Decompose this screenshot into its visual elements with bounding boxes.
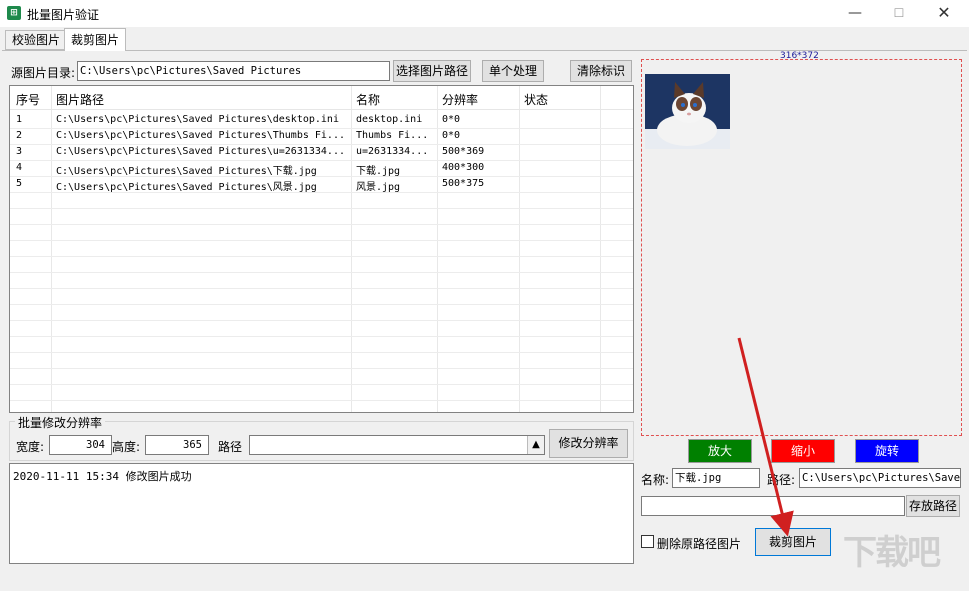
- single-process-button[interactable]: 单个处理: [482, 60, 544, 82]
- cell-no: 5: [16, 178, 23, 189]
- log-line: 2020-11-11 15:34 修改图片成功: [13, 470, 192, 483]
- cell-name: desktop.ini: [356, 114, 423, 125]
- header-name[interactable]: 名称: [356, 91, 380, 108]
- cell-no: 1: [16, 114, 23, 125]
- delete-original-checkbox[interactable]: [641, 535, 654, 548]
- watermark-logo: 下载吧: [843, 533, 941, 573]
- cell-no: 2: [16, 130, 23, 141]
- save-path-button[interactable]: 存放路径: [906, 495, 960, 517]
- batch-group-title: 批量修改分辨率: [15, 414, 106, 431]
- log-area[interactable]: 2020-11-11 15:34 修改图片成功: [9, 463, 634, 564]
- select-path-button[interactable]: 选择图片路径: [393, 60, 471, 82]
- cell-resolution: 400*300: [442, 162, 485, 173]
- height-label: 高度:: [112, 440, 141, 454]
- header-resolution[interactable]: 分辨率: [442, 91, 478, 108]
- preview-image: [645, 74, 730, 149]
- batch-path-select[interactable]: [249, 435, 545, 455]
- output-path-input[interactable]: C:\Users\pc\Pictures\Saved: [799, 468, 961, 488]
- source-dir-input[interactable]: C:\Users\pc\Pictures\Saved Pictures: [77, 61, 390, 81]
- tab-verify-images[interactable]: 校验图片: [5, 30, 68, 50]
- cell-path: C:\Users\pc\Pictures\Saved Pictures\Thum…: [56, 130, 345, 141]
- cell-path: C:\Users\pc\Pictures\Saved Pictures\下载.j…: [56, 166, 317, 177]
- cell-path: C:\Users\pc\Pictures\Saved Pictures\u=26…: [56, 146, 345, 157]
- close-button[interactable]: ✕: [921, 0, 967, 27]
- cell-no: 4: [16, 162, 23, 173]
- source-dir-label: 源图片目录:: [11, 66, 76, 80]
- title-bar: [0, 0, 969, 27]
- annotation-arrow: [737, 337, 794, 537]
- modify-resolution-button[interactable]: 修改分辨率: [549, 429, 628, 458]
- path-label: 路径: [218, 440, 243, 454]
- clear-marks-button[interactable]: 清除标识: [570, 60, 632, 82]
- header-status[interactable]: 状态: [524, 91, 548, 108]
- window-title: 批量图片验证: [27, 8, 100, 22]
- tab-crop-images[interactable]: 裁剪图片: [64, 28, 127, 51]
- cell-name: 风景.jpg: [356, 182, 401, 193]
- width-input[interactable]: 304: [49, 435, 112, 455]
- app-icon: ⊞: [7, 6, 21, 20]
- minimize-button[interactable]: —: [832, 0, 878, 27]
- header-no[interactable]: 序号: [16, 91, 40, 108]
- cell-path: C:\Users\pc\Pictures\Saved Pictures\desk…: [56, 114, 339, 125]
- dropdown-arrow-icon[interactable]: ▲: [527, 436, 544, 454]
- cell-resolution: 0*0: [442, 130, 461, 141]
- height-input[interactable]: 365: [145, 435, 209, 455]
- cell-resolution: 500*375: [442, 178, 485, 189]
- cell-path: C:\Users\pc\Pictures\Saved Pictures\风景.j…: [56, 182, 317, 193]
- cell-name: Thumbs Fi...: [356, 130, 429, 141]
- header-path[interactable]: 图片路径: [56, 91, 104, 108]
- cell-name: u=2631334...: [356, 146, 429, 157]
- output-name-label: 名称:: [641, 473, 670, 487]
- table-header: 序号 图片路径 名称 分辨率 状态: [10, 86, 633, 110]
- delete-original-label[interactable]: 删除原路径图片: [657, 535, 741, 552]
- cell-resolution: 500*369: [442, 146, 485, 157]
- image-table[interactable]: 序号 图片路径 名称 分辨率 状态 1 C:\Users\pc\Pictures\…: [9, 85, 634, 413]
- cell-resolution: 0*0: [442, 114, 461, 125]
- rotate-button[interactable]: 旋转: [855, 439, 919, 463]
- cell-name: 下载.jpg: [356, 166, 401, 177]
- maximize-button[interactable]: ☐: [876, 0, 922, 27]
- width-label: 宽度:: [16, 440, 45, 454]
- cell-no: 3: [16, 146, 23, 157]
